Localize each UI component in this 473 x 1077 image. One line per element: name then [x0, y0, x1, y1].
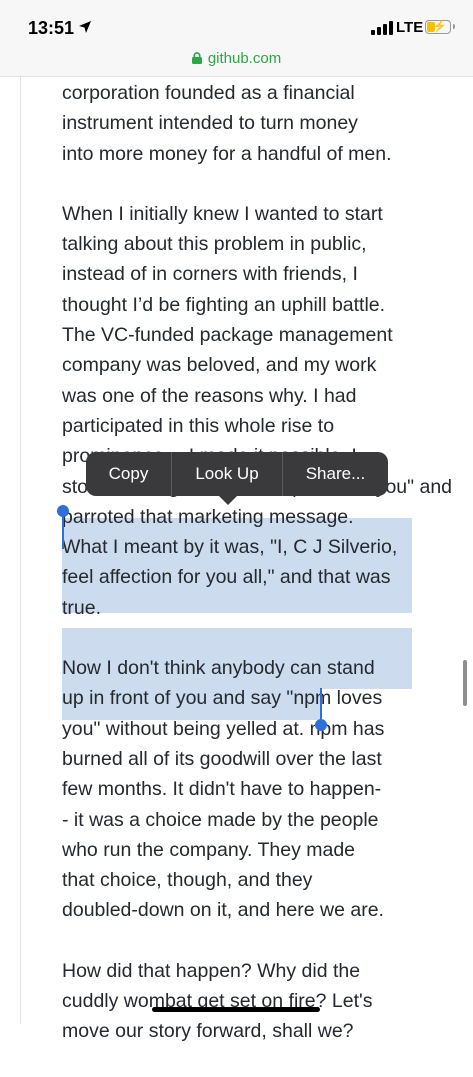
- text-line: move our story forward, shall we?: [62, 1020, 354, 1043]
- text-line: What I meant by it was, "I, C J Silverio…: [62, 536, 398, 559]
- share-button[interactable]: Share...: [283, 452, 388, 496]
- status-bar: 13:51 LTE ⚡: [0, 0, 473, 44]
- paragraph: Now I don't think anybody can stand up i…: [62, 653, 422, 926]
- scroll-indicator[interactable]: [463, 660, 467, 706]
- text-line: true.: [62, 596, 102, 619]
- text-line: feel affection for you all," and that wa…: [62, 566, 391, 589]
- selection-start-knob[interactable]: [57, 505, 69, 517]
- text-context-menu: Copy Look Up Share...: [86, 452, 388, 505]
- text-line: When I initially knew I wanted to start: [62, 202, 383, 225]
- browser-url-bar[interactable]: github.com: [0, 44, 473, 77]
- text-line: few months. It didn't have to happen-: [62, 778, 382, 801]
- text-line: participated in this whole rise to: [62, 414, 335, 437]
- text-line: instrument intended to turn money: [62, 112, 358, 135]
- text-line: doubled-down on it, and here we are.: [62, 899, 384, 922]
- look-up-button[interactable]: Look Up: [172, 452, 282, 496]
- text-line: The VC-funded package management: [62, 324, 393, 347]
- text-line: who run the company. They made: [62, 838, 356, 861]
- text-line: into more money for a handful of men.: [62, 142, 392, 165]
- text-line: Now I don't think anybody can stand: [62, 657, 375, 680]
- text-line: - it was a choice made by the people: [62, 808, 379, 831]
- url-display[interactable]: github.com: [0, 50, 473, 67]
- menu-pointer-arrow: [219, 496, 237, 505]
- text-line: was one of the reasons why. I had: [62, 384, 357, 407]
- signal-icon: [371, 21, 393, 35]
- text-line: burned all of its goodwill over the last: [62, 747, 382, 770]
- network-type: LTE: [396, 19, 424, 36]
- url-text: github.com: [207, 50, 282, 67]
- text-line: thought I’d be fighting an uphill battle…: [62, 293, 386, 316]
- home-indicator[interactable]: [152, 1007, 320, 1012]
- paragraph: How did that happen? Why did the cuddly …: [62, 956, 422, 1047]
- paragraph: When I initially knew I wanted to start …: [62, 199, 452, 623]
- text-line: talking about this problem in public,: [62, 233, 367, 256]
- text-line: company was beloved, and my work: [62, 354, 377, 377]
- battery-charging-icon: ⚡: [425, 19, 455, 34]
- text-line: up in front of you and say "npm loves: [62, 687, 383, 710]
- text-line: How did that happen? Why did the: [62, 959, 361, 982]
- article-body[interactable]: corporation founded as a financial instr…: [62, 78, 452, 1077]
- text-line: corporation founded as a financial: [62, 82, 355, 104]
- selection-end-knob[interactable]: [315, 719, 327, 731]
- status-time: 13:51: [28, 18, 75, 38]
- paragraph: corporation founded as a financial instr…: [62, 78, 422, 169]
- text-line: parroted that marketing message.: [62, 505, 354, 528]
- selection-start-handle[interactable]: [62, 513, 64, 549]
- lock-icon: [191, 52, 202, 64]
- copy-button[interactable]: Copy: [86, 452, 171, 496]
- text-line: you" without being yelled at. npm has: [62, 717, 385, 740]
- location-arrow-icon: [79, 21, 91, 33]
- text-line: instead of in corners with friends, I: [62, 263, 358, 286]
- text-line: that choice, though, and they: [62, 869, 313, 892]
